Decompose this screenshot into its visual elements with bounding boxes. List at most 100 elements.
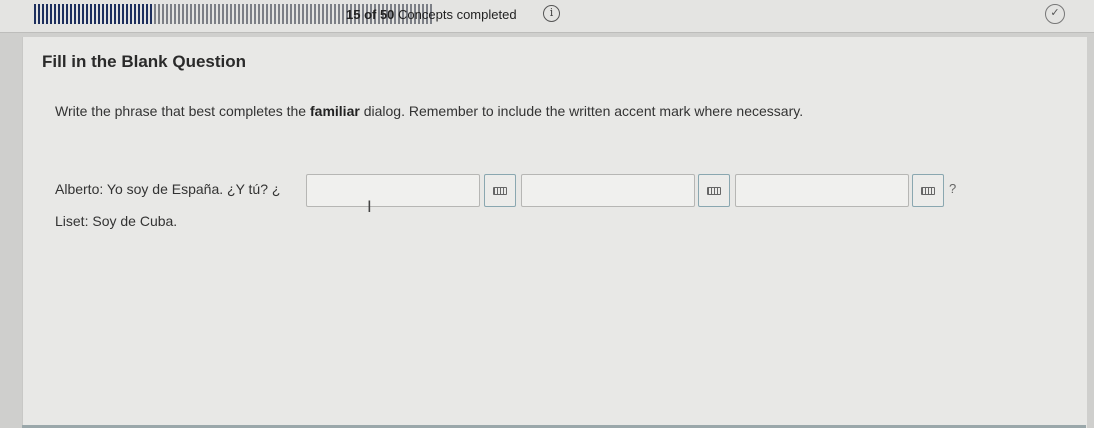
progress-segment [194,4,196,24]
progress-segment [198,4,200,24]
progress-segment [230,4,232,24]
progress-segment [118,4,120,24]
progress-segment [66,4,68,24]
progress-bar [34,4,432,24]
progress-segment [222,4,224,24]
progress-segment [74,4,76,24]
progress-segment [226,4,228,24]
progress-segment [126,4,128,24]
progress-segment [254,4,256,24]
question-title: Fill in the Blank Question [42,52,247,71]
keyboard-button-3[interactable] [912,174,944,207]
progress-segment [270,4,272,24]
progress-segment [94,4,96,24]
progress-segment [142,4,144,24]
progress-segment [210,4,212,24]
instruction-text-2: dialog. Remember to include the written … [359,103,804,119]
progress-segment [262,4,264,24]
progress-segment [218,4,220,24]
progress-segment [322,4,324,24]
progress-segment [62,4,64,24]
progress-segment [330,4,332,24]
progress-segment [290,4,292,24]
blank-input-3[interactable] [735,174,909,207]
progress-segment [206,4,208,24]
progress-segment [98,4,100,24]
progress-segment [90,4,92,24]
instruction-bold: familiar [310,103,360,119]
progress-segment [334,4,336,24]
instruction-text-1: Write the phrase that best completes the [55,103,310,119]
progress-segment [250,4,252,24]
progress-segment [174,4,176,24]
progress-segment [42,4,44,24]
blank-input-1[interactable] [306,174,480,207]
progress-segment [182,4,184,24]
progress-segment [326,4,328,24]
progress-segment [150,4,152,24]
progress-segment [258,4,260,24]
progress-segment [314,4,316,24]
progress-segment [286,4,288,24]
progress-segment [78,4,80,24]
check-circle-icon[interactable]: ✓ [1045,4,1065,24]
progress-segment [238,4,240,24]
instructions: Write the phrase that best completes the… [55,103,803,119]
progress-segment [154,4,156,24]
progress-segment [294,4,296,24]
progress-segment [54,4,56,24]
progress-segment [34,4,36,24]
progress-segment [166,4,168,24]
progress-segment [170,4,172,24]
progress-segment [162,4,164,24]
closing-question-mark: ? [949,181,957,196]
progress-segment [318,4,320,24]
progress-segment [186,4,188,24]
progress-segment [306,4,308,24]
progress-segment [122,4,124,24]
progress-segment [158,4,160,24]
progress-segment [246,4,248,24]
progress-segment [114,4,116,24]
progress-segment [70,4,72,24]
progress-segment [310,4,312,24]
progress-suffix: Concepts completed [398,7,517,22]
info-icon[interactable]: i [543,5,560,22]
blank-input-2[interactable] [521,174,695,207]
progress-segment [102,4,104,24]
progress-segment [130,4,132,24]
progress-segment [50,4,52,24]
progress-segment [106,4,108,24]
progress-segment [338,4,340,24]
keyboard-icon [921,186,935,195]
progress-count: 15 of 50 [346,7,395,22]
progress-segment [178,4,180,24]
top-bar: 15 of 50 Concepts completed i ✓ [0,0,1094,33]
progress-segment [214,4,216,24]
progress-segment [86,4,88,24]
progress-segment [138,4,140,24]
text-cursor-icon: I [367,197,372,216]
progress-segment [82,4,84,24]
progress-text: 15 of 50 Concepts completed [346,7,517,22]
progress-segment [46,4,48,24]
progress-segment [282,4,284,24]
progress-segment [202,4,204,24]
keyboard-button-1[interactable] [484,174,516,207]
progress-segment [58,4,60,24]
progress-segment [134,4,136,24]
question-panel: Fill in the Blank Question Write the phr… [22,37,1087,428]
progress-segment [234,4,236,24]
keyboard-icon [493,186,507,195]
progress-segment [274,4,276,24]
progress-segment [110,4,112,24]
progress-segment [146,4,148,24]
dialog-line-liset: Liset: Soy de Cuba. [55,213,178,229]
keyboard-icon [707,186,721,195]
progress-segment [342,4,344,24]
progress-segment [38,4,40,24]
progress-segment [242,4,244,24]
progress-segment [302,4,304,24]
keyboard-button-2[interactable] [698,174,730,207]
progress-segment [298,4,300,24]
